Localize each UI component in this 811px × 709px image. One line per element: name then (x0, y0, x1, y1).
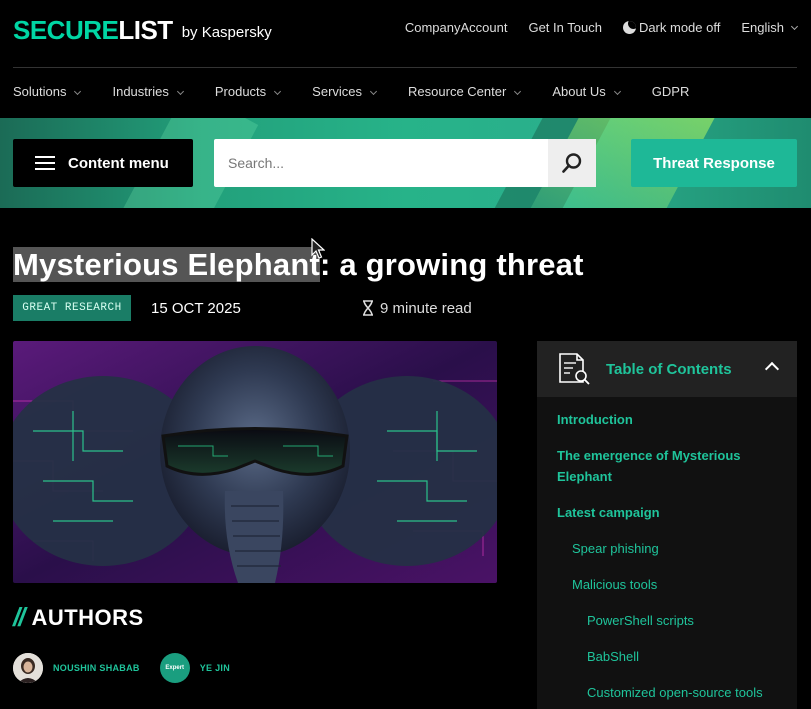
header-divider (13, 67, 797, 68)
mouse-cursor-icon (311, 238, 325, 259)
toolbar-band: Content menu Threat Response (0, 118, 811, 208)
article-hero-image (13, 341, 497, 583)
nav-item-label: Resource Center (408, 84, 507, 99)
title-selection: Mysterious Elephant (13, 247, 320, 282)
logo-wordmark: SECURELIST (13, 15, 173, 45)
toc-header[interactable]: Table of Contents (537, 341, 797, 397)
nav-item-products[interactable]: Products (214, 84, 282, 99)
toc-item[interactable]: Customized open-source tools (557, 682, 777, 703)
main-nav: Solutions Industries Products Services Resou… (13, 84, 721, 99)
read-time: 9 minute read (361, 300, 472, 317)
toc-item[interactable]: Introduction (557, 409, 777, 430)
moon-icon (622, 21, 636, 34)
heading-slashes: // (13, 602, 26, 632)
toc-item[interactable]: PowerShell scripts (557, 610, 777, 631)
language-selector[interactable]: English (741, 20, 799, 35)
chevron-down-icon (790, 22, 799, 31)
authors-heading: AUTHORS (31, 604, 144, 630)
authors-list: NOUSHIN SHABAB Expert YE JIN (13, 653, 250, 683)
nav-item-industries[interactable]: Industries (112, 84, 184, 99)
threat-response-button[interactable]: Threat Response (631, 139, 797, 187)
company-account-link[interactable]: CompanyAccount (405, 20, 508, 35)
nav-item-label: Solutions (13, 84, 67, 99)
language-label: English (741, 20, 784, 35)
chevron-down-icon (274, 87, 282, 96)
dark-mode-toggle[interactable]: Dark mode off (622, 20, 721, 35)
chevron-down-icon (369, 87, 378, 96)
toc-item[interactable]: Malicious tools (557, 574, 777, 595)
toc-item[interactable]: BabShell (557, 646, 777, 667)
nav-item-label: About Us (552, 84, 606, 99)
authors-section-heading: // AUTHORS (13, 602, 144, 633)
author-name: NOUSHIN SHABAB (53, 663, 140, 673)
nav-item-label: Industries (112, 84, 169, 99)
nav-item-label: GDPR (651, 84, 690, 99)
chevron-down-icon (74, 87, 82, 96)
nav-item-solutions[interactable]: Solutions (13, 84, 82, 99)
nav-item-label: Services (312, 84, 363, 99)
avatar: Expert (159, 653, 190, 683)
publish-date: 15 OCT 2025 (151, 299, 241, 317)
article-title: Mysterious Elephant: a growing threat (13, 244, 584, 286)
table-of-contents: Table of Contents Introduction The emerge… (537, 341, 797, 709)
author-link[interactable]: Expert YE JIN (159, 653, 231, 683)
article-meta: GREAT RESEARCH 15 OCT 2025 9 minute read (13, 295, 472, 321)
toc-item[interactable]: The emergence of Mysterious Elephant (557, 445, 777, 487)
content-menu-label: Content menu (68, 154, 169, 172)
toc-list: Introduction The emergence of Mysterious … (537, 397, 797, 703)
author-portrait (13, 653, 43, 683)
search-box (214, 139, 596, 187)
dark-mode-label: Dark mode off (638, 20, 721, 35)
search-icon (562, 153, 582, 173)
search-button[interactable] (548, 139, 596, 187)
nav-item-services[interactable]: Services (312, 84, 378, 99)
elephant-illustration (13, 341, 497, 583)
nav-item-gdpr[interactable]: GDPR (652, 84, 690, 99)
chevron-up-icon[interactable] (764, 361, 780, 377)
site-header: SECURELIST by Kaspersky CompanyAccount G… (0, 0, 811, 118)
chevron-down-icon (514, 87, 522, 96)
content-menu-button[interactable]: Content menu (13, 139, 193, 187)
toc-item[interactable]: Spear phishing (557, 538, 777, 559)
chevron-down-icon (613, 87, 621, 96)
category-tag[interactable]: GREAT RESEARCH (13, 295, 131, 321)
read-time-label: 9 minute read (380, 299, 472, 317)
logo-byline: by Kaspersky (181, 24, 272, 41)
toc-title: Table of Contents (606, 360, 732, 378)
get-in-touch-link[interactable]: Get In Touch (528, 20, 601, 35)
search-input[interactable] (214, 139, 548, 187)
chevron-down-icon (176, 87, 184, 96)
author-name: YE JIN (199, 663, 231, 673)
avatar (13, 653, 43, 683)
securelist-logo[interactable]: SECURELIST by Kaspersky (13, 16, 272, 44)
nav-item-about-us[interactable]: About Us (552, 84, 621, 99)
hourglass-icon (363, 300, 373, 316)
toc-item[interactable]: Latest campaign (557, 502, 777, 523)
title-rest: : a growing threat (319, 247, 584, 282)
nav-item-resource-center[interactable]: Resource Center (408, 84, 522, 99)
utility-nav: CompanyAccount Get In Touch Dark mode of… (384, 20, 799, 35)
author-link[interactable]: NOUSHIN SHABAB (13, 653, 140, 683)
hamburger-icon (35, 156, 55, 170)
document-search-icon (559, 353, 590, 385)
nav-item-label: Products (214, 84, 267, 99)
